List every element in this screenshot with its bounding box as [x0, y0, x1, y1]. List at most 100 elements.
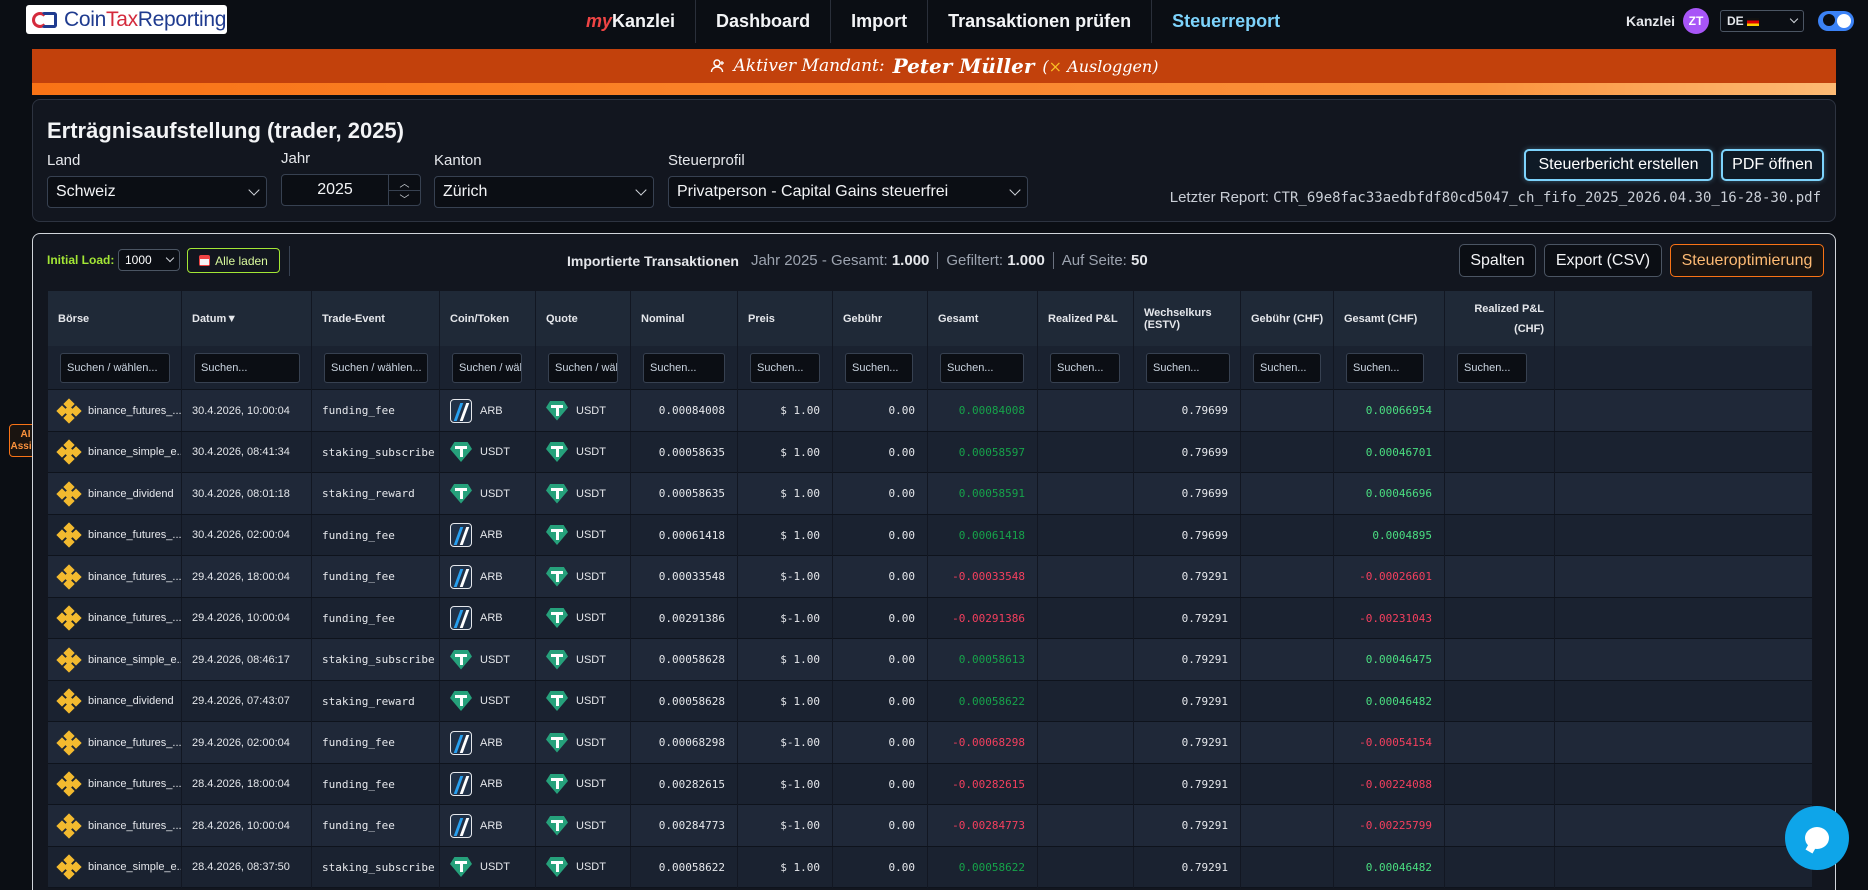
cell-coin: ARB — [440, 556, 536, 597]
flag-de-icon — [1746, 17, 1759, 26]
table-row[interactable]: binance_futures_... 29.4.2026, 02:00:04 fu… — [48, 722, 1812, 764]
cell-fee: 0.00 — [833, 390, 928, 431]
cell-text: 0.00291386 — [658, 611, 725, 625]
cell-coin: USDT — [440, 680, 536, 722]
jahr-stepper[interactable]: ︿ ﹀ — [388, 175, 420, 206]
filter-input-realized-p-l-chf[interactable]: Suchen... — [1457, 353, 1527, 383]
table-row[interactable]: binance_futures_... 30.4.2026, 02:00:04 fu… — [48, 514, 1812, 556]
filter-input-gesamt-chf[interactable]: Suchen... — [1346, 353, 1424, 383]
table-row[interactable]: binance_futures_... 30.4.2026, 10:00:04 fu… — [48, 390, 1812, 432]
column-header-datum[interactable]: Datum▼ — [182, 291, 312, 346]
column-header-quote[interactable]: Quote — [536, 291, 631, 346]
cell-exchange: binance_futures_... — [48, 514, 182, 556]
table-row[interactable]: binance_futures_... 28.4.2026, 18:00:04 fu… — [48, 763, 1812, 805]
cell-fee-chf — [1241, 556, 1334, 597]
table-row[interactable]: binance_futures_... 29.4.2026, 10:00:04 fu… — [48, 597, 1812, 639]
column-header-realized-p-l[interactable]: Realized P&L — [1038, 291, 1134, 346]
cell-text: staking_subscribe — [322, 653, 435, 666]
cell-total-chf: 0.00046475 — [1334, 639, 1445, 680]
filter-input-preis[interactable]: Suchen... — [750, 353, 820, 383]
column-header-realized-p-l-chf[interactable]: Realized P&L (CHF) — [1445, 291, 1555, 346]
column-header-geb-hr[interactable]: Gebühr — [833, 291, 928, 346]
cell-fee: 0.00 — [833, 639, 928, 680]
cell-event: funding_fee — [312, 556, 440, 597]
open-pdf-button[interactable]: PDF öffnen — [1721, 149, 1824, 181]
nav-mykanzlei[interactable]: my Kanzlei — [566, 0, 697, 43]
land-select[interactable]: Schweiz — [47, 176, 267, 208]
filter-input-gesamt[interactable]: Suchen... — [940, 353, 1024, 383]
chevron-up-icon[interactable]: ︿ — [389, 175, 420, 191]
table-row[interactable]: binance_futures_... 29.4.2026, 18:00:04 fu… — [48, 556, 1812, 598]
kanton-select[interactable]: Zürich — [434, 176, 654, 208]
filter-input-geb-hr-chf[interactable]: Suchen... — [1253, 353, 1321, 383]
cell-nominal: 0.00033548 — [631, 556, 738, 597]
language-select[interactable]: DE — [1720, 10, 1804, 32]
chevron-down-icon[interactable]: ﹀ — [389, 191, 420, 206]
column-header-gesamt[interactable]: Gesamt — [928, 291, 1038, 346]
cell-price: $ 1.00 — [738, 514, 833, 556]
filter-input-quote[interactable]: Suchen / wäh — [548, 353, 618, 383]
jahr-input[interactable]: 2025 ︿ ﹀ — [281, 174, 421, 206]
table-row[interactable]: binance_dividend 29.4.2026, 07:43:07 staki… — [48, 680, 1812, 722]
column-header-coin-token[interactable]: Coin/Token — [440, 291, 536, 346]
filter-input-wechselkurs-estv[interactable]: Suchen... — [1146, 353, 1230, 383]
cell-date: 29.4.2026, 08:46:17 — [182, 639, 312, 680]
cell-coin: ARB — [440, 722, 536, 763]
chat-bubble-icon — [1805, 827, 1829, 849]
steuerprofil-select[interactable]: Privatperson - Capital Gains steuerfrei — [668, 176, 1028, 208]
table-row[interactable]: binance_simple_e... 30.4.2026, 08:41:34 st… — [48, 431, 1812, 473]
cell-date: 29.4.2026, 18:00:04 — [182, 556, 312, 597]
export-csv-button[interactable]: Export (CSV) — [1544, 244, 1662, 277]
cell-text: USDT — [576, 487, 606, 500]
filter-input-realized-p-l[interactable]: Suchen... — [1050, 353, 1120, 383]
column-header-nominal[interactable]: Nominal — [631, 291, 738, 346]
cell-event: funding_fee — [312, 722, 440, 763]
binance-icon — [56, 854, 82, 880]
columns-button[interactable]: Spalten — [1459, 244, 1536, 277]
app-logo[interactable]: CoinTaxReporting — [26, 5, 227, 34]
filter-input-nominal[interactable]: Suchen... — [643, 353, 725, 383]
cell-text: 29.4.2026, 18:00:04 — [192, 570, 290, 583]
cell-fee-chf — [1241, 514, 1334, 556]
avatar[interactable]: ZT — [1683, 8, 1709, 34]
logout-link[interactable]: (× Ausloggen) — [1042, 57, 1158, 76]
filter-input-b-rse[interactable]: Suchen / wählen... — [60, 353, 170, 383]
column-header-b-rse[interactable]: Börse — [48, 291, 182, 346]
filter-input-coin-token[interactable]: Suchen / wäh — [452, 353, 522, 383]
nav-steuerreport[interactable]: Steuerreport — [1152, 0, 1300, 43]
filter-input-trade-event[interactable]: Suchen / wählen... — [324, 353, 428, 383]
column-header-geb-hr-chf[interactable]: Gebühr (CHF) — [1241, 291, 1334, 346]
cell-nominal: 0.00291386 — [631, 597, 738, 639]
column-header-wechselkurs-estv[interactable]: Wechselkurs (ESTV) — [1134, 291, 1241, 346]
table-row[interactable]: binance_simple_e... 28.4.2026, 08:37:50 st… — [48, 846, 1812, 888]
load-all-button[interactable]: Alle laden — [187, 248, 280, 273]
chat-button[interactable] — [1785, 806, 1849, 870]
cell-total-chf: -0.00054154 — [1334, 722, 1445, 763]
cell-text: ARB — [480, 736, 503, 749]
cell-fee: 0.00 — [833, 514, 928, 556]
cell-text: ARB — [480, 819, 503, 832]
cell-text: USDT — [480, 653, 510, 666]
column-header-trade-event[interactable]: Trade-Event — [312, 291, 440, 346]
theme-toggle[interactable] — [1818, 11, 1854, 31]
filter-cell: Suchen... — [833, 346, 928, 390]
column-header-gesamt-chf[interactable]: Gesamt (CHF) — [1334, 291, 1445, 346]
nav-dashboard[interactable]: Dashboard — [696, 0, 832, 43]
initial-load-select[interactable]: 1000 — [118, 249, 180, 271]
cell-quote: USDT — [536, 597, 631, 639]
filter-cell: Suchen... — [928, 346, 1038, 390]
table-row[interactable]: binance_dividend 30.4.2026, 08:01:18 staki… — [48, 473, 1812, 515]
last-report-file[interactable]: CTR_69e8fac33aedbfdf80cd5047_ch_fifo_202… — [1273, 190, 1821, 206]
language-value: DE — [1727, 14, 1744, 28]
column-header-preis[interactable]: Preis — [738, 291, 833, 346]
nav-transaktionen-pruefen[interactable]: Transaktionen prüfen — [928, 0, 1153, 43]
table-row[interactable]: binance_simple_e... 29.4.2026, 08:46:17 st… — [48, 639, 1812, 681]
filter-input-datum[interactable]: Suchen... — [194, 353, 300, 383]
cell-exchange: binance_futures_... — [48, 763, 182, 805]
table-row[interactable]: binance_futures_... 28.4.2026, 10:00:04 fu… — [48, 805, 1812, 847]
tax-optimization-button[interactable]: Steueroptimierung — [1670, 244, 1824, 277]
cell-total-chf: -0.00026601 — [1334, 556, 1445, 597]
nav-import[interactable]: Import — [831, 0, 929, 43]
filter-input-geb-hr[interactable]: Suchen... — [845, 353, 913, 383]
create-report-button[interactable]: Steuerbericht erstellen — [1524, 149, 1713, 181]
